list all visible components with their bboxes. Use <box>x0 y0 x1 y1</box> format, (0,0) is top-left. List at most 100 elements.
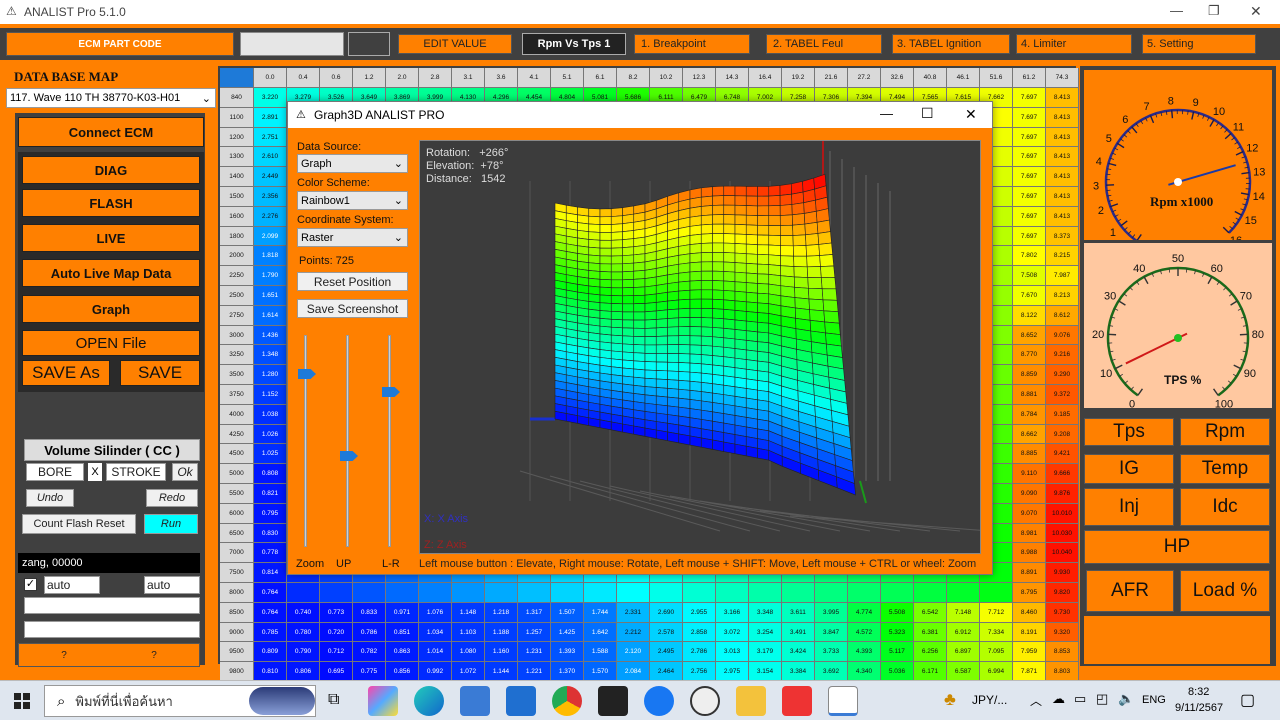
table-cell[interactable]: 2.449 <box>254 167 287 187</box>
table-cell[interactable]: 6.171 <box>914 662 947 682</box>
table-cell[interactable]: 1.025 <box>254 444 287 465</box>
graph3d-minimize-button[interactable]: — <box>880 106 893 121</box>
table-cell[interactable]: 1.588 <box>584 642 617 663</box>
table-cell[interactable]: 1.034 <box>419 622 452 643</box>
auto-field-2[interactable]: auto <box>144 576 200 594</box>
row-header[interactable]: 7500 <box>220 563 254 583</box>
table-cell[interactable]: 8.413 <box>1046 187 1079 207</box>
tray-chevron-icon[interactable]: ︿ <box>1030 692 1042 709</box>
undo-button[interactable]: Undo <box>26 489 74 507</box>
table-cell[interactable] <box>320 583 353 603</box>
table-cell[interactable]: 9.320 <box>1046 622 1079 643</box>
table-cell[interactable] <box>287 583 320 603</box>
tab-limiter[interactable]: 4. Limiter <box>1016 34 1132 54</box>
table-cell[interactable]: 8.460 <box>1013 602 1046 623</box>
ecm-part-code-field[interactable] <box>240 32 344 56</box>
table-cell[interactable]: 1.231 <box>518 642 551 663</box>
column-header[interactable]: 8.2 <box>617 68 650 88</box>
table-cell[interactable] <box>617 583 650 603</box>
row-header[interactable]: 3250 <box>220 345 254 366</box>
table-cell[interactable]: 3.166 <box>716 602 749 623</box>
table-cell[interactable]: 2.495 <box>650 642 683 663</box>
table-cell[interactable]: 8.795 <box>1013 583 1046 603</box>
table-cell[interactable]: 1.188 <box>485 622 518 643</box>
table-cell[interactable] <box>848 583 881 603</box>
table-cell[interactable]: 7.987 <box>1046 266 1079 286</box>
table-cell[interactable]: 3.611 <box>782 602 815 623</box>
table-cell[interactable]: 9.216 <box>1046 345 1079 366</box>
row-header[interactable]: 6500 <box>220 523 254 544</box>
database-map-select[interactable]: 117. Wave 110 TH 38770-K03-H01 ⌄ <box>6 88 216 108</box>
table-cell[interactable]: 7.334 <box>980 622 1013 643</box>
table-cell[interactable]: 0.992 <box>419 662 452 682</box>
table-cell[interactable] <box>980 583 1013 603</box>
table-cell[interactable]: 8.662 <box>1013 424 1046 445</box>
table-cell[interactable]: 0.833 <box>353 602 386 623</box>
column-header[interactable]: 2.8 <box>419 68 452 88</box>
table-cell[interactable] <box>947 583 980 603</box>
table-cell[interactable] <box>386 583 419 603</box>
network-icon[interactable]: ◰ <box>1096 691 1108 707</box>
table-cell[interactable]: 3.013 <box>716 642 749 663</box>
tab-breakpoint[interactable]: 1. Breakpoint <box>634 34 750 54</box>
tab-fuel[interactable]: 2. TABEL Feul <box>766 34 882 54</box>
row-header[interactable]: 3750 <box>220 385 254 405</box>
table-cell[interactable] <box>716 583 749 603</box>
graph3d-canvas[interactable]: Rotation: +266° Elevation: +78° Distance… <box>419 140 981 554</box>
table-cell[interactable]: 7.148 <box>947 602 980 623</box>
row-header[interactable]: 1200 <box>220 127 254 148</box>
table-cell[interactable]: 9.820 <box>1046 583 1079 603</box>
table-cell[interactable]: 10.040 <box>1046 543 1079 564</box>
table-cell[interactable]: 10.030 <box>1046 523 1079 544</box>
table-cell[interactable]: 6.994 <box>980 662 1013 682</box>
column-header[interactable]: 14.3 <box>716 68 749 88</box>
table-cell[interactable]: 3.220 <box>254 88 287 108</box>
table-cell[interactable]: 1.218 <box>485 602 518 623</box>
table-cell[interactable]: 6.542 <box>914 602 947 623</box>
table-cell[interactable]: 1.160 <box>485 642 518 663</box>
column-header[interactable]: 21.6 <box>815 68 848 88</box>
mail-icon[interactable] <box>506 686 536 716</box>
table-cell[interactable]: 0.712 <box>320 642 353 663</box>
table-cell[interactable]: 2.858 <box>683 622 716 643</box>
column-header[interactable]: 0.6 <box>320 68 353 88</box>
table-cell[interactable] <box>452 583 485 603</box>
table-cell[interactable]: 2.756 <box>683 662 716 682</box>
currency-widget-icon[interactable]: ♣ <box>944 689 956 710</box>
table-cell[interactable]: 0.863 <box>386 642 419 663</box>
table-cell[interactable]: 8.213 <box>1046 286 1079 306</box>
chrome-icon[interactable] <box>552 686 582 716</box>
table-cell[interactable]: 5.323 <box>881 622 914 643</box>
clock-date[interactable]: 9/11/2567 <box>1175 702 1223 714</box>
column-header[interactable]: 0.4 <box>287 68 320 88</box>
inj-button[interactable]: Inj <box>1084 488 1174 526</box>
row-header[interactable]: 1800 <box>220 226 254 247</box>
blank-field-1[interactable] <box>24 597 200 614</box>
table-cell[interactable]: 8.191 <box>1013 622 1046 643</box>
table-cell[interactable]: 0.821 <box>254 484 287 504</box>
table-cell[interactable]: 8.652 <box>1013 325 1046 346</box>
up-slider-thumb[interactable] <box>340 451 358 461</box>
table-cell[interactable]: 0.795 <box>254 503 287 524</box>
table-cell[interactable]: 7.802 <box>1013 246 1046 267</box>
table-cell[interactable]: 0.764 <box>254 602 287 623</box>
table-cell[interactable]: 8.853 <box>1046 642 1079 663</box>
table-cell[interactable]: 8.413 <box>1046 88 1079 108</box>
auto-field-1[interactable]: auto <box>44 576 100 594</box>
table-cell[interactable]: 8.885 <box>1013 444 1046 465</box>
table-cell[interactable]: 1.148 <box>452 602 485 623</box>
ok-button[interactable]: Ok <box>172 463 198 481</box>
row-header[interactable]: 4500 <box>220 444 254 465</box>
table-corner[interactable] <box>220 68 254 88</box>
row-header[interactable]: 8500 <box>220 602 254 623</box>
table-cell[interactable]: 3.072 <box>716 622 749 643</box>
table-cell[interactable]: 0.785 <box>254 622 287 643</box>
auto-live-map-button[interactable]: Auto Live Map Data <box>22 259 200 287</box>
notification-icon[interactable]: ▢ <box>1240 690 1255 710</box>
table-cell[interactable]: 4.774 <box>848 602 881 623</box>
table-cell[interactable]: 8.215 <box>1046 246 1079 267</box>
table-cell[interactable]: 1.790 <box>254 266 287 286</box>
table-cell[interactable]: 0.806 <box>287 662 320 682</box>
table-cell[interactable]: 7.697 <box>1013 167 1046 187</box>
row-header[interactable]: 9000 <box>220 622 254 643</box>
